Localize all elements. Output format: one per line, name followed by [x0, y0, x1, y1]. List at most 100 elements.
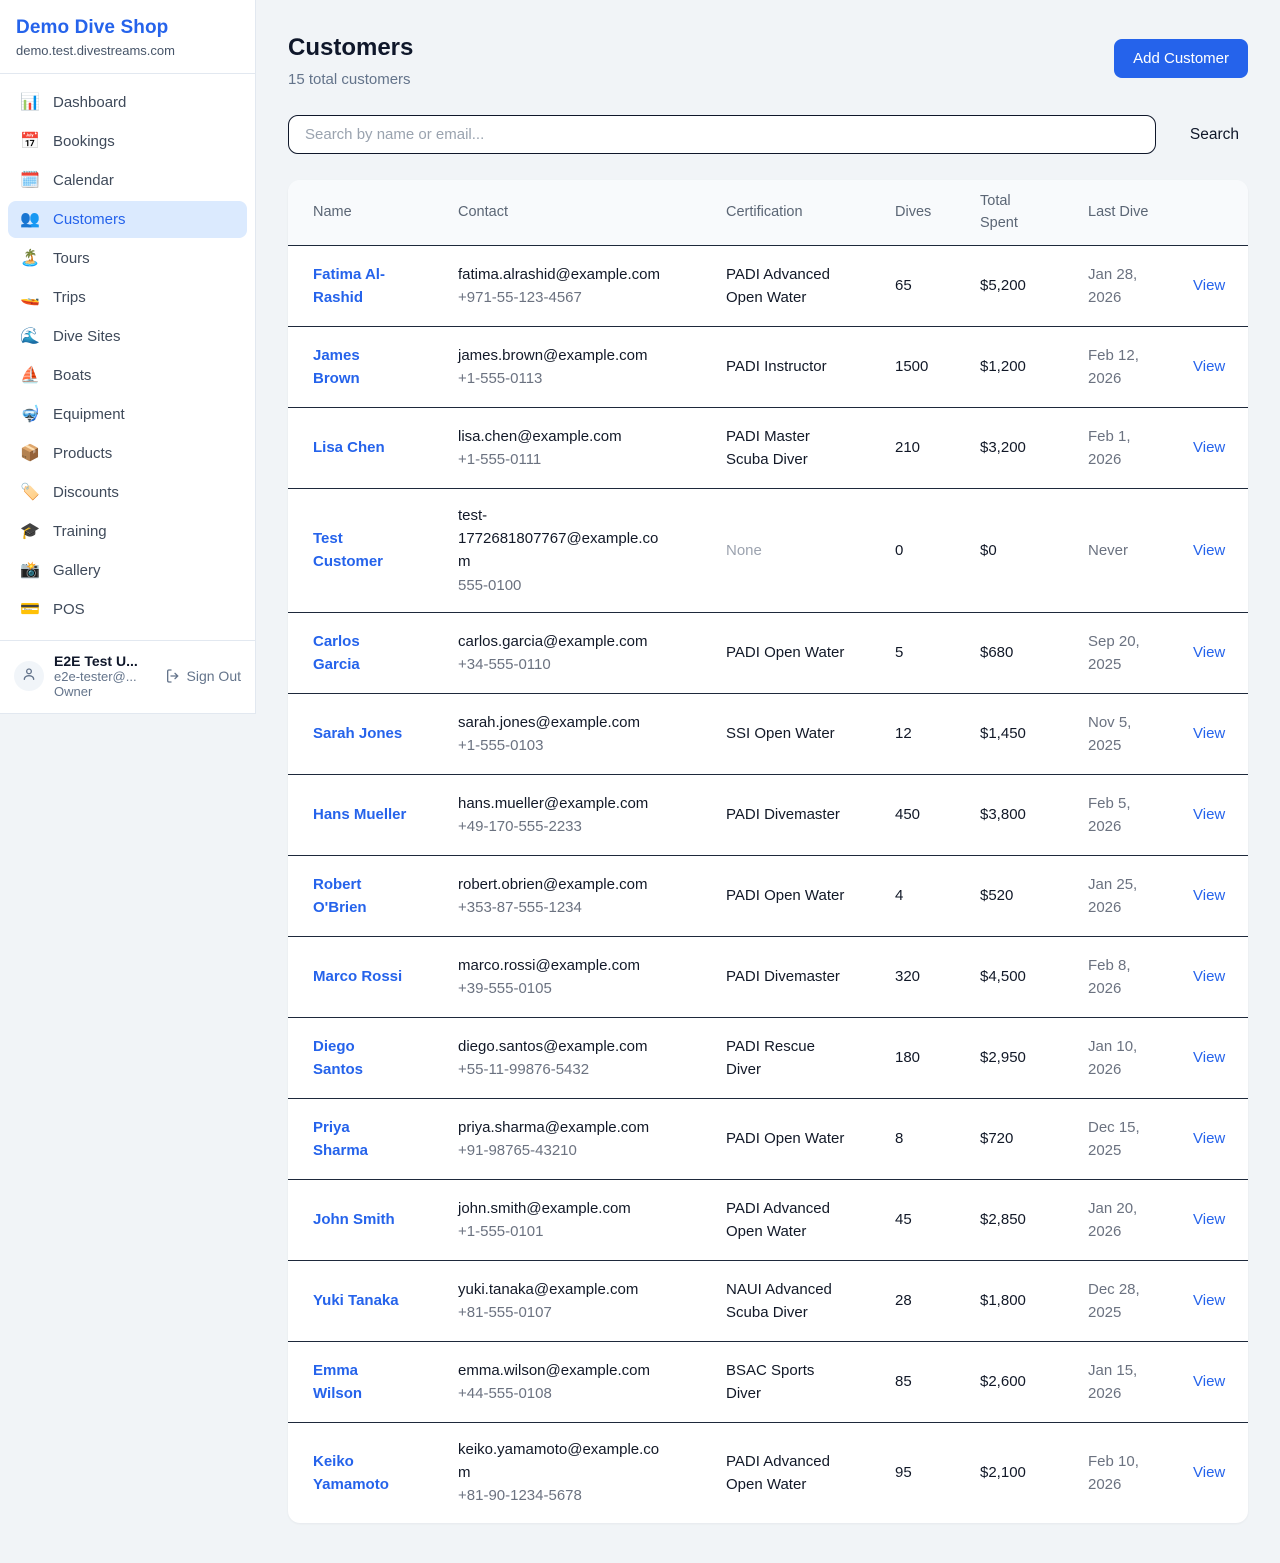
customer-dives: 0: [895, 524, 980, 577]
page-header: Customers 15 total customers Add Custome…: [288, 34, 1248, 88]
customer-certification: NAUI Advanced Scuba Diver: [726, 1263, 895, 1340]
customer-dives: 5: [895, 626, 980, 679]
customer-dives: 180: [895, 1031, 980, 1084]
customer-email: lisa.chen@example.com: [458, 425, 670, 448]
customer-name-link[interactable]: Lisa Chen: [313, 439, 385, 456]
customer-certification: PADI Advanced Open Water: [726, 248, 895, 325]
title-block: Customers 15 total customers: [288, 34, 413, 88]
customer-last-dive: Feb 1, 2026: [1088, 410, 1193, 487]
person-icon: [21, 666, 37, 686]
customer-name-link[interactable]: Keiko Yamamoto: [313, 1453, 389, 1493]
customer-email: fatima.alrashid@example.com: [458, 263, 670, 286]
customer-name-link[interactable]: Yuki Tanaka: [313, 1292, 399, 1309]
customer-last-dive: Never: [1088, 524, 1193, 577]
sidebar-item-bookings[interactable]: 📅 Bookings: [8, 123, 247, 160]
calendar-icon: 🗓️: [20, 173, 40, 189]
customer-name-link[interactable]: Priya Sharma: [313, 1119, 368, 1159]
sidebar-item-customers[interactable]: 👥 Customers: [8, 201, 247, 238]
customer-dives: 65: [895, 259, 980, 312]
add-customer-button[interactable]: Add Customer: [1114, 39, 1248, 78]
view-customer-link[interactable]: View: [1193, 806, 1225, 823]
app-root: Demo Dive Shop demo.test.divestreams.com…: [0, 0, 1280, 1563]
view-customer-link[interactable]: View: [1193, 1130, 1225, 1147]
customer-email: priya.sharma@example.com: [458, 1116, 670, 1139]
customer-phone: +44-555-0108: [458, 1382, 670, 1405]
sidebar-item-pos[interactable]: 💳 POS: [8, 591, 247, 628]
sidebar-item-tours[interactable]: 🏝️ Tours: [8, 240, 247, 277]
sidebar-item-calendar[interactable]: 🗓️ Calendar: [8, 162, 247, 199]
table-body: Fatima Al-Rashid fatima.alrashid@example…: [288, 246, 1248, 1523]
customer-phone: +971-55-123-4567: [458, 286, 670, 309]
user-email: e2e-tester@...: [54, 669, 155, 684]
view-customer-link[interactable]: View: [1193, 358, 1225, 375]
customer-last-dive: Jan 20, 2026: [1088, 1182, 1193, 1259]
view-customer-link[interactable]: View: [1193, 968, 1225, 985]
sidebar-item-gallery[interactable]: 📸 Gallery: [8, 552, 247, 589]
view-customer-link[interactable]: View: [1193, 439, 1225, 456]
column-header-contact: Contact: [458, 191, 726, 233]
table-row: Priya Sharma priya.sharma@example.com +9…: [288, 1099, 1248, 1180]
customer-last-dive: Jan 15, 2026: [1088, 1344, 1193, 1421]
view-customer-link[interactable]: View: [1193, 644, 1225, 661]
table-row: Keiko Yamamoto keiko.yamamoto@example.co…: [288, 1423, 1248, 1523]
sign-out-icon: [165, 668, 181, 684]
view-customer-link[interactable]: View: [1193, 1211, 1225, 1228]
customer-name-link[interactable]: James Brown: [313, 347, 360, 387]
pos-icon: 💳: [20, 602, 40, 618]
view-customer-link[interactable]: View: [1193, 1373, 1225, 1390]
dive-sites-icon: 🌊: [20, 329, 40, 345]
customer-phone: +1-555-0101: [458, 1220, 670, 1243]
sidebar-item-trips[interactable]: 🚤 Trips: [8, 279, 247, 316]
customer-dives: 4: [895, 869, 980, 922]
customer-phone: 555-0100: [458, 574, 670, 597]
customer-name-link[interactable]: Marco Rossi: [313, 968, 402, 985]
view-customer-link[interactable]: View: [1193, 1464, 1225, 1481]
customer-dives: 85: [895, 1355, 980, 1408]
sidebar-item-dashboard[interactable]: 📊 Dashboard: [8, 84, 247, 121]
view-customer-link[interactable]: View: [1193, 887, 1225, 904]
customer-dives: 45: [895, 1193, 980, 1246]
customer-phone: +55-11-99876-5432: [458, 1058, 670, 1081]
customer-name-link[interactable]: Test Customer: [313, 530, 383, 570]
customer-dives: 28: [895, 1274, 980, 1327]
column-header-last-dive: Last Dive: [1088, 191, 1193, 233]
customer-last-dive: Dec 28, 2025: [1088, 1263, 1193, 1340]
customer-total-spent: $1,450: [980, 707, 1088, 760]
view-customer-link[interactable]: View: [1193, 277, 1225, 294]
trips-icon: 🚤: [20, 290, 40, 306]
sidebar-item-training[interactable]: 🎓 Training: [8, 513, 247, 550]
customer-phone: +353-87-555-1234: [458, 896, 670, 919]
customer-email: carlos.garcia@example.com: [458, 630, 670, 653]
view-customer-link[interactable]: View: [1193, 1049, 1225, 1066]
sidebar-item-dive-sites[interactable]: 🌊 Dive Sites: [8, 318, 247, 355]
customer-name-link[interactable]: John Smith: [313, 1211, 395, 1228]
customer-name-link[interactable]: Sarah Jones: [313, 725, 402, 742]
view-customer-link[interactable]: View: [1193, 725, 1225, 742]
customer-certification: PADI Advanced Open Water: [726, 1435, 895, 1512]
customer-name-link[interactable]: Emma Wilson: [313, 1362, 362, 1402]
customer-certification: None: [726, 524, 895, 577]
sidebar-item-equipment[interactable]: 🤿 Equipment: [8, 396, 247, 433]
sign-out-button[interactable]: Sign Out: [165, 668, 241, 684]
customer-email: emma.wilson@example.com: [458, 1359, 670, 1382]
customer-name-link[interactable]: Hans Mueller: [313, 806, 406, 823]
customer-name-link[interactable]: Diego Santos: [313, 1038, 363, 1078]
gallery-icon: 📸: [20, 563, 40, 579]
sidebar-item-boats[interactable]: ⛵ Boats: [8, 357, 247, 394]
view-customer-link[interactable]: View: [1193, 542, 1225, 559]
sidebar-item-discounts[interactable]: 🏷️ Discounts: [8, 474, 247, 511]
search-button[interactable]: Search: [1190, 118, 1239, 152]
sidebar-item-products[interactable]: 📦 Products: [8, 435, 247, 472]
view-customer-link[interactable]: View: [1193, 1292, 1225, 1309]
dashboard-icon: 📊: [20, 95, 40, 111]
customer-total-spent: $1,200: [980, 340, 1088, 393]
customer-last-dive: Feb 12, 2026: [1088, 329, 1193, 406]
customer-name-link[interactable]: Robert O'Brien: [313, 876, 367, 916]
customer-certification: PADI Divemaster: [726, 788, 895, 841]
customer-name-link[interactable]: Carlos Garcia: [313, 633, 360, 673]
search-input[interactable]: [288, 115, 1156, 154]
customer-phone: +49-170-555-2233: [458, 815, 670, 838]
customer-name-link[interactable]: Fatima Al-Rashid: [313, 266, 385, 306]
user-name: E2E Test U...: [54, 653, 155, 669]
customer-last-dive: Jan 28, 2026: [1088, 248, 1193, 325]
